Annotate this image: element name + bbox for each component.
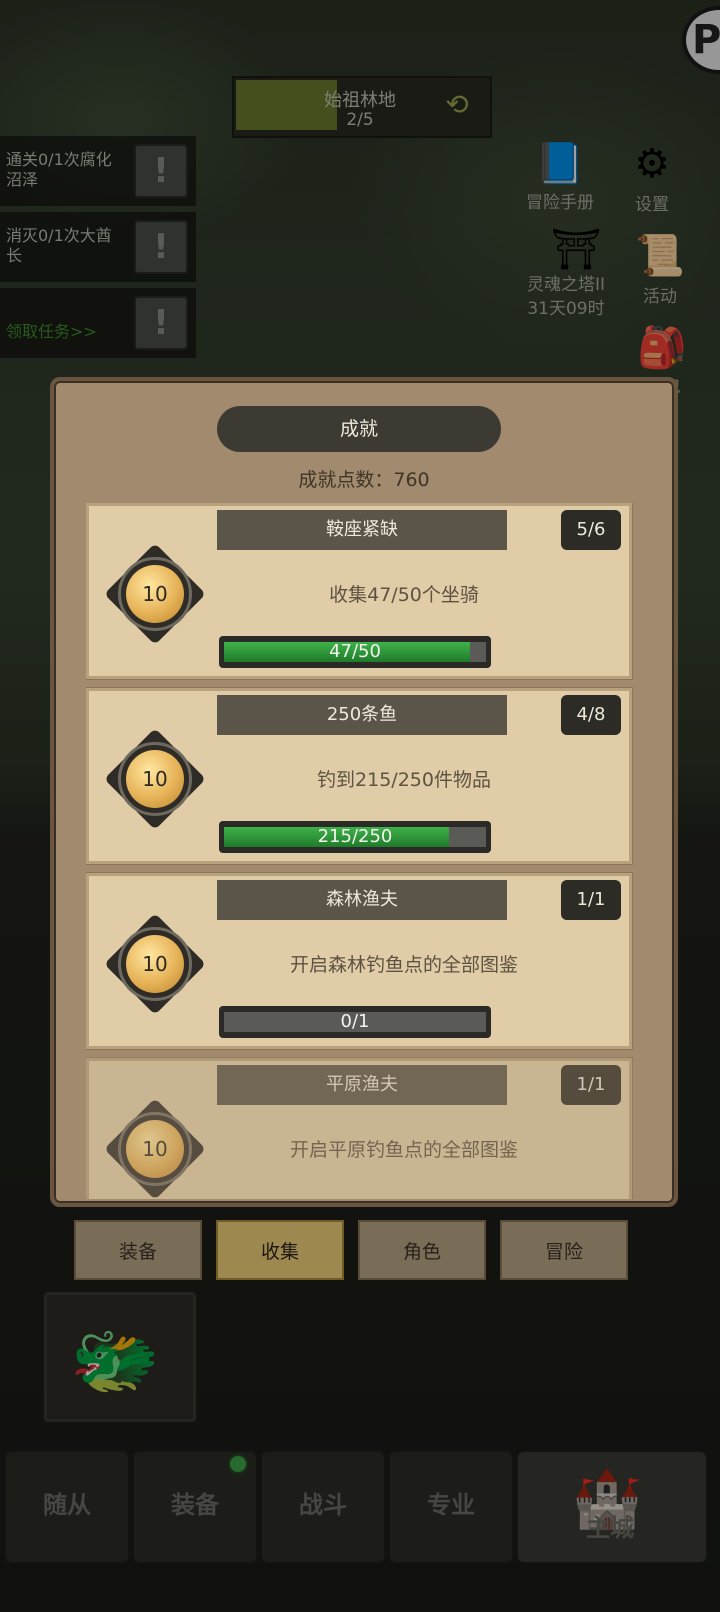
achievement-tier: 1/1 [561,880,621,920]
achievement-points: 成就点数：760 [298,469,430,491]
achievement-name: 鞍座紧缺 [217,510,507,550]
achievement-card: 250条鱼 4/8 10 钓到215/250件物品 215/250 [86,688,632,864]
progress-text: 47/50 [329,641,381,662]
achievement-card: 平原渔夫 1/1 10 开启平原钓鱼点的全部图鉴 [86,1058,632,1199]
achievement-desc: 开启森林钓鱼点的全部图鉴 [289,954,518,976]
medal-icon: 10 [104,1098,206,1199]
achievement-progress: 0/1 [219,1006,491,1038]
achievement-desc: 开启平原钓鱼点的全部图鉴 [289,1139,518,1161]
achievement-name: 250条鱼 [217,695,507,735]
dialog-title: 成就 [217,406,501,452]
achievement-tier: 5/6 [561,510,621,550]
medal-icon: 10 [104,913,206,1015]
achievement-progress: 215/250 [219,821,491,853]
achievement-name: 森林渔夫 [217,880,507,920]
achievement-card: 森林渔夫 1/1 10 开启森林钓鱼点的全部图鉴 0/1 [86,873,632,1049]
progress-text: 215/250 [317,826,393,847]
achievement-list[interactable]: 鞍座紧缺 5/6 10 收集47/50个坐骑 47/50 250条鱼 4/8 1… [86,503,634,1199]
achievement-desc: 钓到215/250件物品 [317,769,491,791]
medal-points: 10 [142,1137,168,1161]
medal-points: 10 [142,952,168,976]
achievement-name: 平原渔夫 [217,1065,507,1105]
medal-icon: 10 [104,728,206,830]
achievement-desc: 收集47/50个坐骑 [329,584,479,606]
progress-text: 0/1 [340,1011,370,1032]
medal-icon: 10 [104,543,206,645]
medal-points: 10 [142,767,168,791]
achievement-card: 鞍座紧缺 5/6 10 收集47/50个坐骑 47/50 [86,503,632,679]
medal-points: 10 [142,582,168,606]
achievement-progress: 47/50 [219,636,491,668]
achievement-tier: 4/8 [561,695,621,735]
achievement-tier: 1/1 [561,1065,621,1105]
